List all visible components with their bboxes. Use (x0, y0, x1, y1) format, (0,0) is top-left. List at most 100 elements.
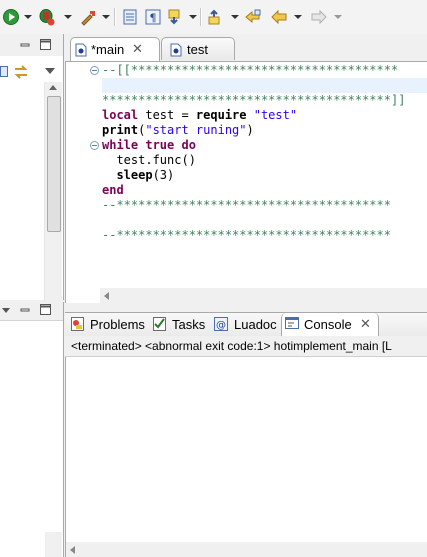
tab-label: Problems (90, 317, 145, 332)
view-menu-icon[interactable] (45, 68, 55, 74)
code-line[interactable] (102, 78, 427, 93)
lua-file-icon (170, 43, 182, 57)
left-view-scrollbar[interactable] (45, 532, 62, 557)
left-view-bottom-header (0, 302, 63, 321)
tasks-icon (153, 317, 166, 331)
main-toolbar: ¶ (0, 0, 427, 34)
tab-test[interactable]: test (161, 37, 235, 60)
svg-text:¶: ¶ (150, 12, 157, 25)
tab-problems[interactable]: Problems (69, 313, 149, 336)
code-editor[interactable]: --[[************************************… (65, 61, 427, 303)
show-whitespace-icon[interactable]: ¶ (144, 8, 162, 26)
next-annotation-dropdown-icon[interactable] (189, 15, 197, 19)
problems-icon (71, 317, 84, 331)
tab-label: Console (304, 317, 352, 332)
scroll-up-icon[interactable] (49, 85, 57, 90)
fold-collapse-icon[interactable] (90, 141, 99, 150)
left-view-scrollbar[interactable] (44, 82, 62, 337)
left-view-top-header (0, 34, 63, 57)
tab-main[interactable]: *main ✕ (70, 37, 160, 61)
code-token: sleep (116, 168, 153, 182)
scroll-left-icon[interactable] (104, 292, 109, 300)
code-token: test.func() (102, 153, 196, 167)
collapse-all-icon[interactable] (0, 66, 8, 78)
minimize-icon[interactable] (20, 40, 30, 50)
editor-tab-bar: *main ✕ test (65, 34, 427, 61)
code-line[interactable]: end (102, 183, 124, 198)
code-token: "test" (253, 108, 298, 122)
code-token: do (181, 138, 196, 152)
code-token: ) (246, 123, 254, 137)
tab-label: Luadoc (234, 317, 277, 332)
forward-icon[interactable] (310, 8, 328, 26)
external-tools-dropdown-icon[interactable] (102, 15, 110, 19)
code-token: "start runing" (145, 123, 247, 137)
back-dropdown-icon[interactable] (294, 15, 302, 19)
maximize-icon[interactable] (40, 304, 51, 315)
code-token: ****************************************… (102, 93, 406, 107)
code-text[interactable]: --[[************************************… (102, 63, 427, 289)
code-line[interactable]: while true do (102, 138, 196, 153)
code-token: --************************************** (102, 198, 391, 212)
code-token: print (102, 123, 139, 137)
code-line[interactable]: sleep(3) (102, 168, 174, 183)
console-output[interactable] (65, 357, 427, 557)
run-icon[interactable] (2, 8, 20, 26)
code-token: require (195, 108, 247, 122)
back-icon[interactable] (270, 8, 288, 26)
external-tools-icon[interactable] (80, 8, 98, 26)
code-line[interactable]: local test = require "test" (102, 108, 297, 123)
forward-dropdown-icon[interactable] (334, 15, 342, 19)
code-line[interactable]: ****************************************… (102, 93, 405, 108)
debug-icon[interactable] (38, 8, 56, 26)
luadoc-icon: @ (214, 317, 228, 331)
svg-text:@: @ (216, 320, 226, 331)
console-status-bar: <terminated> <abnormal exit code:1> hoti… (65, 336, 427, 357)
code-line[interactable]: test.func() (102, 153, 196, 168)
tab-tasks[interactable]: Tasks (151, 313, 211, 336)
code-token: --[[************************************… (102, 63, 399, 77)
prev-annotation-icon[interactable] (206, 8, 224, 26)
tab-console[interactable]: Console ✕ (281, 313, 379, 336)
next-annotation-icon[interactable] (166, 8, 184, 26)
code-line[interactable]: --[[************************************… (102, 63, 398, 78)
close-icon[interactable]: ✕ (132, 41, 143, 57)
code-token: --************************************** (102, 228, 391, 242)
scroll-left-icon[interactable] (70, 546, 75, 554)
minimize-icon[interactable] (20, 305, 30, 315)
editor-horizontal-scrollbar[interactable] (100, 288, 427, 303)
code-token: while (102, 138, 139, 152)
run-dropdown-icon[interactable] (24, 15, 32, 19)
view-menu-icon[interactable] (2, 308, 10, 313)
open-task-icon[interactable] (121, 8, 139, 26)
debug-dropdown-icon[interactable] (64, 15, 72, 19)
tab-luadoc[interactable]: @ Luadoc (213, 313, 281, 336)
tab-label: Tasks (172, 317, 206, 332)
link-with-editor-icon[interactable] (13, 64, 29, 80)
close-icon[interactable]: ✕ (360, 316, 371, 332)
lua-file-icon (75, 43, 87, 57)
left-view-top (0, 34, 64, 337)
maximize-icon[interactable] (40, 39, 51, 50)
scrollbar-thumb[interactable] (47, 96, 61, 232)
fold-collapse-icon[interactable] (90, 66, 99, 75)
code-line[interactable]: --************************************** (102, 228, 391, 243)
code-token: end (102, 183, 124, 197)
code-token: (3) (152, 168, 175, 182)
code-token: test = (138, 108, 196, 122)
console-process-status: <terminated> <abnormal exit code:1> hoti… (71, 339, 392, 353)
editor-ruler (66, 62, 99, 288)
prev-annotation-dropdown-icon[interactable] (231, 15, 239, 19)
code-line[interactable]: --************************************** (102, 198, 391, 213)
left-view-bottom (0, 302, 64, 557)
code-line[interactable]: print("start runing") (102, 123, 254, 138)
tab-label: *main (91, 42, 125, 57)
console-tab-bar: Problems Tasks @ Luadoc Console ✕ (65, 312, 427, 337)
last-edit-location-icon[interactable] (244, 8, 262, 26)
tab-label: test (187, 42, 208, 57)
console-horizontal-scrollbar[interactable] (66, 542, 427, 557)
code-token: local (102, 108, 139, 122)
